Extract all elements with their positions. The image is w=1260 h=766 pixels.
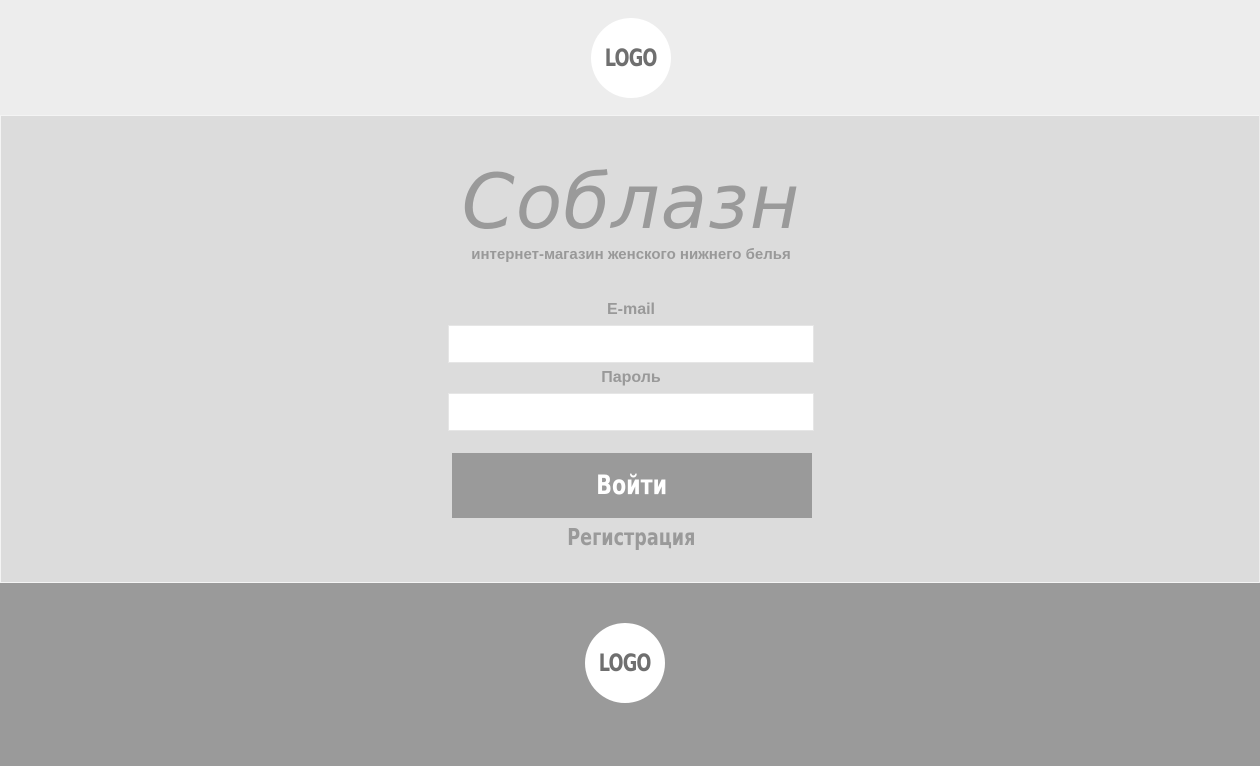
register-link[interactable]: Регистрация: [1, 525, 1260, 551]
email-label: E-mail: [606, 301, 655, 318]
brand-tagline: интернет-магазин женского нижнего белья: [471, 246, 791, 263]
email-field[interactable]: [448, 325, 814, 363]
password-label: Пароль: [601, 369, 661, 386]
footer-logo-text: LOGO: [599, 649, 652, 677]
brand-title: Соблазн: [461, 157, 801, 246]
login-section: Соблазн интернет-магазин женского нижнег…: [0, 115, 1259, 583]
password-field[interactable]: [448, 393, 814, 431]
login-button[interactable]: Войти: [452, 453, 812, 518]
footer-logo[interactable]: LOGO: [585, 623, 665, 703]
header-logo-text: LOGO: [605, 44, 658, 72]
header-logo[interactable]: LOGO: [591, 18, 671, 98]
header: LOGO: [0, 0, 1260, 115]
footer: LOGO: [0, 583, 1260, 766]
login-button-label: Войти: [596, 470, 668, 501]
register-link-label: Регистрация: [566, 525, 696, 551]
